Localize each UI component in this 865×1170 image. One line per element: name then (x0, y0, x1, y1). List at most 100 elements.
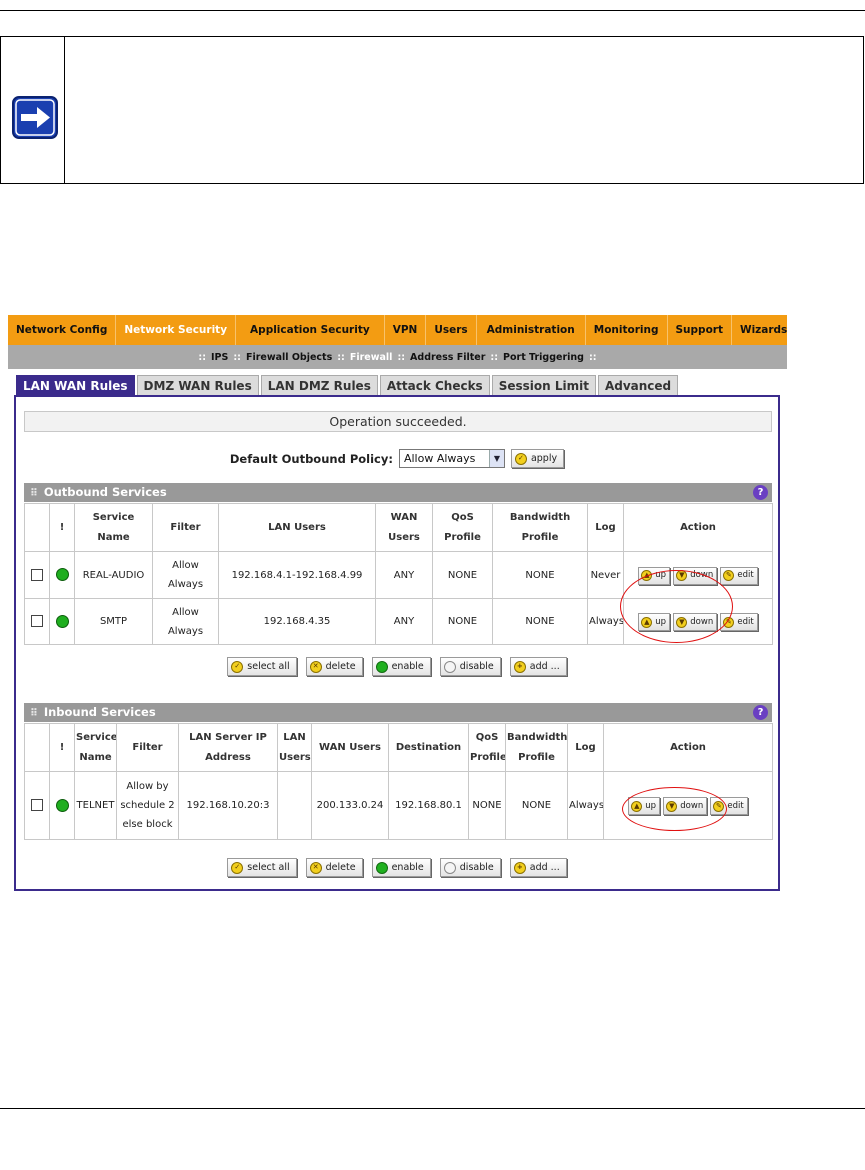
router-firewall-screenshot: Network Config Network Security Applicat… (8, 315, 787, 896)
apply-button[interactable]: ✓ apply (510, 449, 565, 468)
nav-application-security[interactable]: Application Security (236, 315, 385, 345)
col-lan-users: LAN Users (218, 503, 376, 552)
wan-users-cell: ANY (375, 598, 433, 645)
row-checkbox[interactable] (31, 568, 43, 581)
tab-lan-wan-rules[interactable]: LAN WAN Rules (16, 375, 135, 395)
outbound-services-bar: ⠿ Outbound Services ? (24, 483, 772, 502)
tab-advanced[interactable]: Advanced (597, 375, 679, 395)
wan-users-cell: 200.133.0.24 (311, 771, 389, 840)
nav-support[interactable]: Support (668, 315, 732, 345)
table-row: SMTP Allow Always 192.168.4.35 ANY NONE … (24, 598, 773, 645)
col-qos-profile: QoS Profile (432, 503, 493, 552)
col-status: ! (49, 723, 75, 772)
status-message: Operation succeeded. (24, 411, 772, 432)
table-row: TELNET Allow by schedule 2 else block 19… (24, 771, 773, 840)
destination-cell: 192.168.80.1 (388, 771, 469, 840)
add-button[interactable]: + add ... (509, 858, 567, 877)
pencil-icon: ✎ (713, 800, 725, 812)
edit-button[interactable]: ✎ edit (720, 613, 758, 632)
default-outbound-policy-row: Default Outbound Policy: Allow Always ▼ … (16, 449, 778, 468)
subnav-address-filter[interactable]: Address Filter (410, 352, 485, 363)
default-outbound-policy-label: Default Outbound Policy: (229, 451, 393, 466)
primary-nav: Network Config Network Security Applicat… (8, 315, 787, 345)
tab-attack-checks[interactable]: Attack Checks (379, 375, 490, 395)
up-button[interactable]: ▲ up (638, 613, 671, 632)
down-button[interactable]: ▼ down (663, 797, 708, 816)
page-footer-rule (0, 1108, 865, 1109)
col-bandwidth-profile: Bandwidth Profile (492, 503, 588, 552)
default-outbound-policy-select[interactable]: Allow Always ▼ (398, 449, 505, 468)
help-icon[interactable]: ? (753, 485, 768, 500)
page-header-rule (0, 10, 865, 11)
filter-cell: Allow by schedule 2 else block (116, 771, 179, 840)
enable-dot-icon (375, 861, 388, 874)
col-lan-server-ip: LAN Server IP Address (178, 723, 278, 772)
apply-button-label: apply (530, 453, 558, 464)
select-all-button[interactable]: ✓ select all (227, 858, 297, 877)
down-button[interactable]: ▼ down (673, 566, 718, 585)
log-cell: Always (587, 598, 624, 645)
plus-icon: + (513, 660, 526, 673)
col-service-name: Service Name (74, 723, 117, 772)
nav-vpn[interactable]: VPN (385, 315, 427, 345)
nav-monitoring[interactable]: Monitoring (586, 315, 668, 345)
enable-button[interactable]: enable (371, 657, 431, 676)
up-button[interactable]: ▲ up (638, 566, 671, 585)
outbound-services-table: ! Service Name Filter LAN Users WAN User… (24, 503, 773, 645)
edit-button[interactable]: ✎ edit (710, 797, 748, 816)
row-checkbox[interactable] (31, 615, 43, 627)
col-log: Log (567, 723, 604, 772)
subnav-firewall-objects[interactable]: Firewall Objects (246, 352, 332, 363)
lan-users-cell (277, 771, 312, 840)
tab-lan-dmz-rules[interactable]: LAN DMZ Rules (260, 375, 378, 395)
col-qos-profile: QoS Profile (468, 723, 506, 772)
nav-users[interactable]: Users (426, 315, 477, 345)
pencil-icon: ✎ (723, 570, 735, 582)
policy-selected-value: Allow Always (403, 452, 476, 465)
col-action: Action (623, 503, 773, 552)
wan-users-cell: ANY (375, 551, 433, 599)
qos-cell: NONE (468, 771, 506, 840)
nav-wizards[interactable]: Wizards (732, 315, 795, 345)
grip-icon: ⠿ (30, 708, 38, 719)
bandwidth-cell: NONE (492, 598, 588, 645)
lan-users-cell: 192.168.4.1-192.168.4.99 (218, 551, 376, 599)
col-destination: Destination (388, 723, 469, 772)
inbound-bulk-actions: ✓ select all ✕ delete enable disable + add … (16, 858, 778, 877)
delete-button[interactable]: ✕ delete (305, 858, 363, 877)
subnav-firewall[interactable]: Firewall (350, 352, 393, 363)
select-all-button[interactable]: ✓ select all (227, 657, 297, 676)
help-icon[interactable]: ? (753, 705, 768, 720)
pencil-icon: ✎ (723, 616, 735, 628)
tab-session-limit[interactable]: Session Limit (491, 375, 596, 395)
disable-dot-icon (443, 660, 456, 673)
bandwidth-cell: NONE (492, 551, 588, 599)
subnav-port-triggering[interactable]: Port Triggering (503, 352, 584, 363)
disable-button[interactable]: disable (439, 858, 501, 877)
tab-dmz-wan-rules[interactable]: DMZ WAN Rules (136, 375, 259, 395)
col-log: Log (587, 503, 624, 552)
check-icon: ✓ (231, 660, 244, 673)
plus-icon: + (513, 861, 526, 874)
filter-cell: Allow Always (152, 551, 219, 599)
enable-button[interactable]: enable (371, 858, 431, 877)
nav-network-config[interactable]: Network Config (8, 315, 117, 345)
subnav-ips[interactable]: IPS (211, 352, 228, 363)
table-header-row: ! Service Name Filter LAN Users WAN User… (24, 503, 773, 552)
disable-button[interactable]: disable (439, 657, 501, 676)
arrow-down-icon: ▼ (666, 800, 678, 812)
nav-administration[interactable]: Administration (477, 315, 586, 345)
nav-network-security[interactable]: Network Security (116, 315, 237, 345)
arrow-up-icon: ▲ (631, 800, 643, 812)
up-button[interactable]: ▲ up (628, 797, 661, 816)
delete-button[interactable]: ✕ delete (305, 657, 363, 676)
log-cell: Always (567, 771, 604, 840)
col-filter: Filter (116, 723, 179, 772)
service-name-cell: REAL-AUDIO (74, 551, 153, 599)
qos-cell: NONE (432, 598, 493, 645)
down-button[interactable]: ▼ down (673, 613, 718, 632)
row-checkbox[interactable] (31, 799, 43, 811)
edit-button[interactable]: ✎ edit (720, 566, 758, 585)
enable-dot-icon (375, 660, 388, 673)
add-button[interactable]: + add ... (509, 657, 567, 676)
